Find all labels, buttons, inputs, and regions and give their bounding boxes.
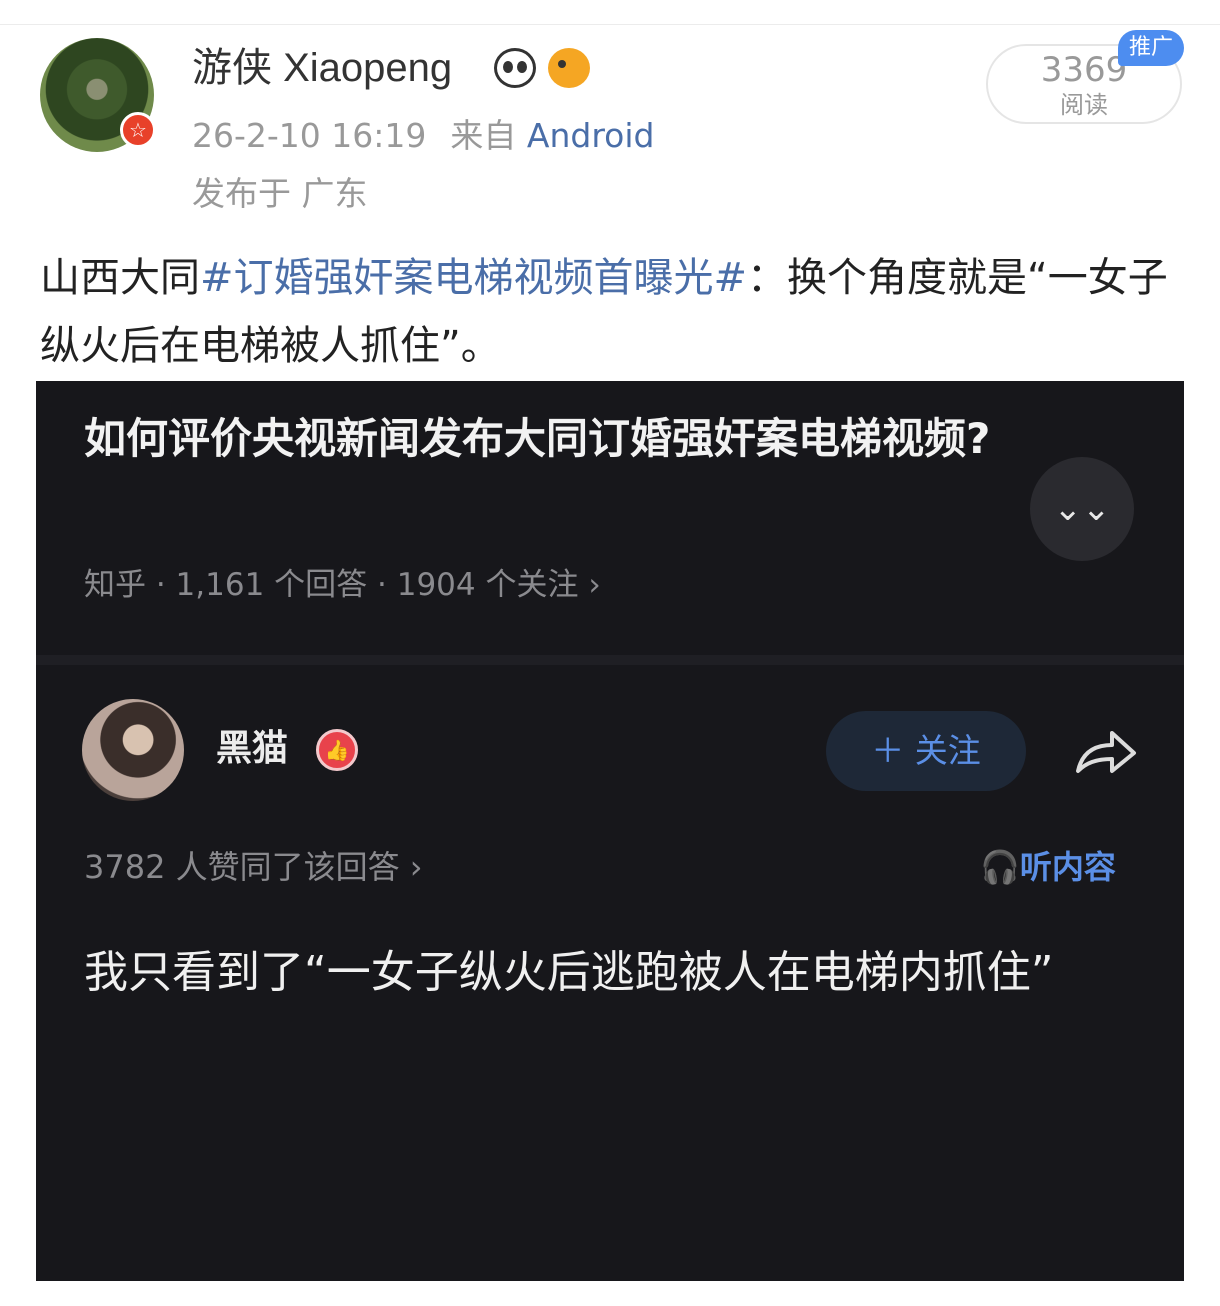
answer-author-avatar xyxy=(82,699,184,801)
listen-label: 听内容 xyxy=(1019,848,1116,886)
question-meta: 知乎 · 1,161 个回答 · 1904 个关注 › xyxy=(84,567,601,603)
question-title: 如何评价央视新闻发布大同订婚强奸案电梯视频? xyxy=(84,414,991,463)
answer-body: 我只看到了“一女子纵火后逃跑被人在电梯内抓住” xyxy=(84,947,1054,998)
read-label: 阅读 xyxy=(1060,91,1108,119)
post-location: 发布于 广东 xyxy=(192,174,368,213)
follow-button: ＋ 关注 xyxy=(826,711,1026,791)
post-timestamp: 26-2-10 16:19 xyxy=(192,116,427,155)
promo-tag: 推广 xyxy=(1118,30,1184,66)
source-prefix: 来自 xyxy=(450,116,517,155)
agree-count: 3782 人赞同了该回答 › xyxy=(84,848,423,886)
embedded-screenshot[interactable]: 如何评价央视新闻发布大同订婚强奸案电梯视频? ⌄⌄ 知乎 · 1,161 个回答… xyxy=(36,381,1184,1281)
post-text-prefix: 山西大同 xyxy=(40,255,200,301)
share-icon xyxy=(1076,731,1136,773)
thumbs-up-badge-icon: 👍 xyxy=(316,729,358,771)
expand-chevron-icon: ⌄⌄ xyxy=(1030,457,1134,561)
listen-content: 🎧听内容 xyxy=(980,845,1116,889)
post-body: 山西大同#订婚强奸案电梯视频首曝光#：换个角度就是“一女子纵火后在电梯被人抓住”… xyxy=(40,244,1190,380)
verified-badge-icon: ☆ xyxy=(120,112,156,148)
hashtag-link[interactable]: #订婚强奸案电梯视频首曝光# xyxy=(200,255,747,301)
pufferfish-icon xyxy=(548,48,590,88)
author-name[interactable]: 游侠 Xiaopeng xyxy=(192,42,452,94)
section-divider xyxy=(36,655,1184,665)
top-divider xyxy=(0,24,1220,25)
headphones-icon: 🎧 xyxy=(980,848,1020,886)
answer-author-name: 黑猫 xyxy=(216,728,289,769)
post-meta: 26-2-10 16:19 来自 Android xyxy=(192,114,654,158)
panda-icon xyxy=(494,48,536,88)
post-source[interactable]: Android xyxy=(527,116,655,155)
